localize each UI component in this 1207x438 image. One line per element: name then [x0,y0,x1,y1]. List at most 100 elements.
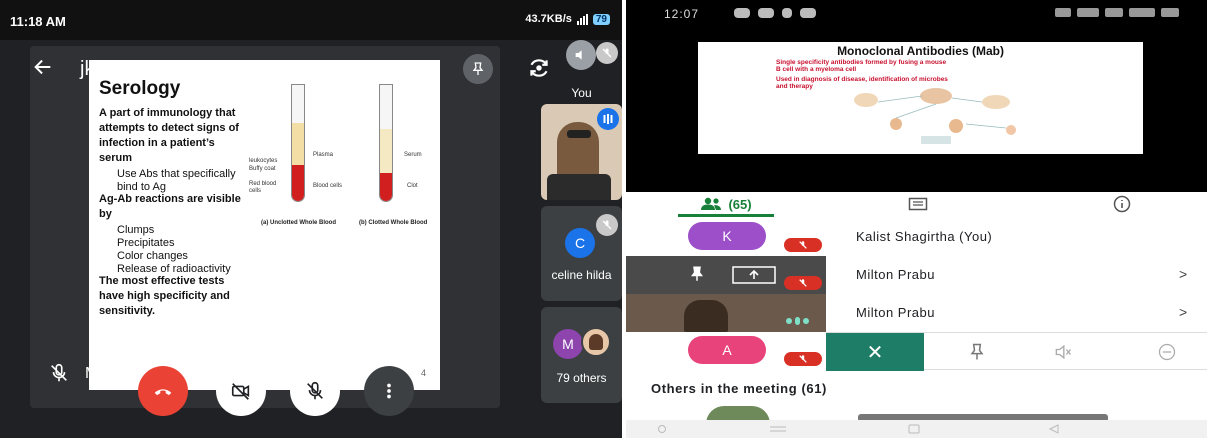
end-call-button[interactable] [138,366,188,416]
unclotted-tube [291,84,305,202]
status-time-right: 12:07 [664,7,700,21]
participant-name: Milton Prabu [856,267,935,282]
participant-avatar: K [688,222,766,250]
chevron-right-icon: > [1179,304,1188,320]
tile-celine[interactable]: C celine hilda [541,206,622,301]
pin-button[interactable] [463,54,493,84]
participant-video-thumb [626,294,826,332]
celine-avatar: C [565,228,595,258]
chevron-right-icon: ▸ [196,63,204,78]
participant-action-bar: ✕ [826,332,1207,371]
tile-celine-name: celine hilda [551,268,612,282]
slide-line: Color changes [117,250,188,262]
more-options-button[interactable] [364,366,414,416]
you-mic-off-icon [596,42,618,64]
self-audio-icon [566,40,596,70]
android-nav-bar [626,420,1207,438]
participant-row-partial[interactable] [626,402,1207,424]
meet-participants-screen: 12:07 Monoclonal Antibodies (Mab) Single… [626,0,1207,438]
presentation-stage-right: Monoclonal Antibodies (Mab) Single speci… [626,28,1207,192]
pinned-icon [691,266,703,281]
slide-line: by [99,208,112,220]
system-tray-icons [1055,8,1179,17]
meet-call-screen: 11:18 AM 43.7KB/s 79 Serology A part of … [0,0,622,438]
others-avatar-m: M [553,329,583,359]
tab-info[interactable] [1092,192,1152,216]
blood-tubes-figure: leukocytes Buffy coat Red blood cells Pl… [247,80,437,240]
people-icon [701,197,722,210]
slide-line: Precipitates [117,237,175,249]
caption-b: (b) Clotted Whole Blood [359,220,428,226]
slide-line: Clumps [117,224,155,236]
shared-slide: Serology A part of immunology that attemp… [89,60,440,390]
slide-line: have high specificity and [99,290,230,302]
hang-up-icon [154,389,172,396]
notification-icons [734,8,816,18]
slide-line: serum [99,152,133,164]
tab-people[interactable]: (65) [678,192,774,216]
camera-off-icon [231,383,250,400]
nav-back-icon[interactable] [1046,423,1062,435]
close-actions-button[interactable]: ✕ [826,333,924,371]
participant-mic-off-icon [784,352,822,366]
presenting-icon [732,266,776,284]
rslide-title: Monoclonal Antibodies (Mab) [837,44,1004,58]
net-speed: 43.7KB/s [525,13,572,25]
more-vertical-icon [387,383,391,399]
meeting-code[interactable]: jke-divw-kqb ▸ [80,58,203,81]
participant-row-self[interactable]: K Kalist Shagirtha (You) [626,218,1207,256]
participant-mic-off-icon [784,276,822,290]
slide-line: Use Abs that specifically [117,168,236,180]
mic-off-icon [307,381,323,400]
close-icon: ✕ [866,341,884,364]
tile-milton-video[interactable] [541,104,622,200]
speaking-indicator-icon [597,108,619,130]
participant-mic-off-icon [784,238,822,252]
battery-icon: 79 [592,13,610,25]
active-tab-indicator [678,214,774,217]
participant-avatar: A [688,336,766,364]
participant-name: Kalist Shagirtha (You) [856,229,993,244]
slide-line: infection in a patient’s [99,137,215,149]
participant-name: Milton Prabu [856,305,935,320]
remove-participant-icon[interactable] [1156,342,1178,362]
clotted-tube [379,84,393,202]
signal-icon [576,13,588,25]
panel-tabs: (65) [626,192,1207,216]
status-bar-right: 12:07 [626,0,1207,28]
mute-participant-icon[interactable] [1052,342,1074,362]
celine-mic-off-icon [596,214,618,236]
slide-line: attempts to detect signs of [99,122,239,134]
mab-diagram [854,88,1016,144]
participant-row-milton-2[interactable]: Milton Prabu > [626,294,1207,332]
slide-line: sensitivity. [99,305,156,317]
slide-line: The most effective tests [99,275,225,287]
nav-recents-icon[interactable] [906,423,922,435]
nav-menu-icon[interactable] [768,424,788,434]
others-avatar-photo [581,327,611,357]
status-bar: 11:18 AM 43.7KB/s 79 [0,0,622,40]
chat-icon [908,197,928,211]
caption-a: (a) Unclotted Whole Blood [261,220,336,226]
people-count: (65) [728,196,752,212]
speaking-indicator-icon [786,317,809,325]
mic-toggle-button[interactable] [290,366,340,416]
back-arrow-icon[interactable] [32,56,54,78]
slide-title: Serology [99,78,181,99]
others-heading: Others in the meeting (61) [651,381,827,396]
camera-toggle-button[interactable] [216,366,266,416]
pin-participant-icon[interactable] [966,342,988,362]
tile-you[interactable]: You [541,36,622,98]
slide-line: Ag-Ab reactions are visible [99,193,241,205]
chevron-right-icon: > [1179,266,1188,282]
pin-icon [472,62,484,75]
call-controls [0,358,622,418]
info-icon [1113,195,1131,213]
participant-row-milton-1[interactable]: Milton Prabu > [626,256,1207,294]
nav-home-icon[interactable] [656,424,668,434]
shared-slide-right: Monoclonal Antibodies (Mab) Single speci… [698,42,1143,154]
tile-you-label: You [571,86,592,98]
slide-line: A part of immunology that [99,107,236,119]
status-time: 11:18 AM [10,14,66,29]
tab-chat[interactable] [888,192,948,216]
